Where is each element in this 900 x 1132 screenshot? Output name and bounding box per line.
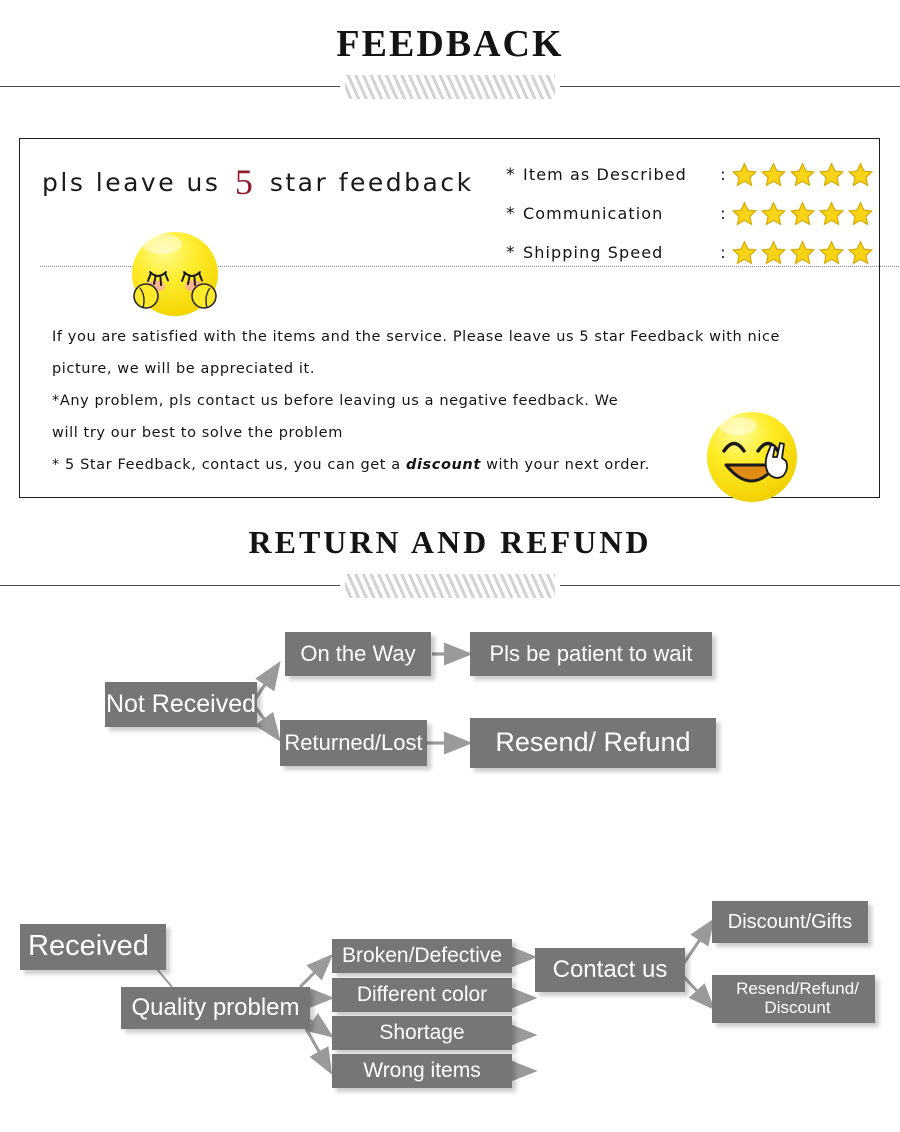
- node-label: Quality problem: [131, 993, 300, 1021]
- node-resend-refund[interactable]: Resend/ Refund: [470, 718, 716, 768]
- node-received[interactable]: Received: [20, 924, 166, 970]
- node-label: Contact us: [552, 955, 668, 983]
- rating-label: Communication: [523, 204, 664, 223]
- page-title-feedback: FEEDBACK: [336, 23, 564, 65]
- node-quality-problem[interactable]: Quality problem: [121, 987, 310, 1029]
- shy-face-emoji-icon: [132, 232, 218, 316]
- node-contact-us[interactable]: Contact us: [535, 948, 685, 992]
- headline-text-after: star feedback: [269, 168, 474, 197]
- feedback-body-line-5-before: * 5 Star Feedback, contact us, you can g…: [52, 457, 406, 473]
- star-icon: [789, 239, 816, 264]
- peace-sign-smiley-emoji-icon: [707, 412, 797, 502]
- node-resend-refund-discount[interactable]: Resend/Refund/ Discount: [712, 975, 875, 1023]
- node-label: Shortage: [379, 1021, 465, 1045]
- feedback-body-discount-emphasis: discount: [405, 457, 481, 473]
- star-icon: [789, 200, 816, 225]
- rating-colon: :: [720, 243, 726, 262]
- rating-bullet-icon: *: [506, 242, 515, 263]
- star-icon: [789, 161, 816, 186]
- star-icon: [760, 200, 787, 225]
- flowchart-not-received: Not Received On the Way Pls be patient t…: [0, 610, 900, 790]
- node-label: Pls be patient to wait: [489, 640, 693, 666]
- return-divider: [0, 572, 900, 598]
- node-on-the-way[interactable]: On the Way: [285, 632, 431, 676]
- node-label: Resend/ Refund: [495, 727, 691, 758]
- node-label: Broken/Defective: [342, 944, 502, 968]
- node-label: Discount/Gifts: [727, 911, 853, 933]
- node-wrong-items[interactable]: Wrong items: [332, 1054, 512, 1088]
- star-icon: [847, 161, 874, 186]
- divider-rule-right: [560, 86, 900, 87]
- headline-star-number: 5: [234, 162, 256, 202]
- page-title-return-and-refund: RETURN AND REFUND: [248, 524, 652, 560]
- rating-bullet-icon: *: [506, 164, 515, 185]
- rating-list: * Item as Described : * Communication :: [506, 155, 874, 272]
- node-label-line-1: Resend/Refund/: [736, 979, 859, 998]
- feedback-body-line-1: If you are satisfied with the items and …: [52, 329, 781, 345]
- divider-rule-left: [0, 86, 340, 87]
- rating-row-communication: * Communication :: [506, 194, 874, 233]
- node-label: Not Received: [105, 689, 257, 718]
- star-icon: [847, 200, 874, 225]
- divider-rule-left: [0, 585, 340, 586]
- star-icon: [731, 239, 758, 264]
- star-icon: [760, 161, 787, 186]
- star-rating-item-as-described: [731, 161, 874, 188]
- node-different-color[interactable]: Different color: [332, 978, 512, 1012]
- feedback-divider: [0, 73, 900, 99]
- rating-row-item-as-described: * Item as Described :: [506, 155, 874, 194]
- star-icon: [760, 239, 787, 264]
- star-icon: [818, 239, 845, 264]
- node-returned-lost[interactable]: Returned/Lost: [280, 720, 427, 766]
- star-rating-communication: [731, 200, 874, 227]
- rating-bullet-icon: *: [506, 203, 515, 224]
- node-broken-defective[interactable]: Broken/Defective: [332, 939, 512, 973]
- rating-colon: :: [720, 165, 726, 184]
- node-label: Different color: [356, 983, 488, 1007]
- star-icon: [847, 239, 874, 264]
- rating-label: Item as Described: [523, 165, 687, 184]
- star-icon: [731, 200, 758, 225]
- star-icon: [818, 161, 845, 186]
- node-label: Wrong items: [363, 1059, 481, 1083]
- feedback-body-line-2: picture, we will be appreciated it.: [52, 361, 316, 377]
- node-pls-be-patient-to-wait[interactable]: Pls be patient to wait: [470, 632, 712, 676]
- headline-leave-5-star-feedback: pls leave us 5 star feedback: [42, 161, 474, 203]
- star-rating-shipping-speed: [731, 239, 874, 266]
- rating-colon: :: [720, 204, 726, 223]
- node-not-received[interactable]: Not Received: [105, 682, 257, 727]
- divider-hatch-pattern: [345, 75, 555, 99]
- divider-hatch-pattern: [345, 574, 555, 598]
- rating-label: Shipping Speed: [523, 243, 664, 262]
- node-label: Returned/Lost: [284, 729, 423, 755]
- star-icon: [731, 161, 758, 186]
- node-label: On the Way: [300, 640, 416, 666]
- feedback-body-line-5-after: with your next order.: [480, 457, 650, 473]
- star-icon: [818, 200, 845, 225]
- node-shortage[interactable]: Shortage: [332, 1016, 512, 1050]
- node-label-line-2: Discount: [764, 997, 831, 1017]
- flowchart-received: Received Quality problem Broken/Defectiv…: [0, 875, 900, 1095]
- divider-rule-right: [560, 585, 900, 586]
- node-label: Received: [28, 930, 149, 963]
- node-discount-gifts[interactable]: Discount/Gifts: [712, 901, 868, 943]
- headline-text-before: pls leave us: [42, 168, 221, 197]
